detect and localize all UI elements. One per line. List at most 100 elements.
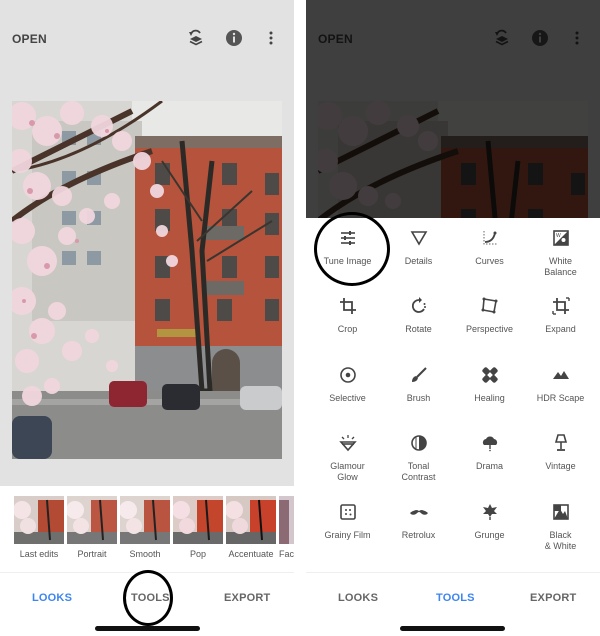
tool-black-white[interactable]: Black & White	[524, 502, 597, 552]
look-label: Pop	[189, 549, 206, 559]
hdr-scape-icon	[552, 371, 569, 379]
look-last-edits[interactable]: Last edits	[14, 496, 64, 559]
tool-retrolux[interactable]: Retrolux	[382, 502, 455, 541]
look-label: Fac	[279, 549, 294, 559]
look-smooth[interactable]: Smooth	[120, 496, 170, 559]
info-icon[interactable]	[225, 29, 243, 47]
tab-looks[interactable]: LOOKS	[338, 592, 378, 604]
curves-icon	[483, 231, 497, 245]
editor-screen-looks: OPEN Last edits Portrait Smooth Pop Acce…	[0, 0, 294, 636]
tool-label: Details	[404, 256, 433, 266]
vintage-lamp-icon	[554, 434, 567, 451]
tool-details[interactable]: Details	[382, 228, 455, 267]
details-triangle-icon	[410, 231, 427, 246]
drama-icon	[482, 436, 497, 452]
look-faded[interactable]: Fac	[279, 496, 294, 559]
tool-curves[interactable]: Curves	[453, 228, 526, 267]
tool-label: Vintage	[545, 461, 576, 471]
look-thumbnail	[173, 496, 223, 544]
top-bar: OPEN	[0, 0, 294, 80]
brush-icon	[411, 367, 427, 382]
tool-vintage[interactable]: Vintage	[524, 433, 597, 472]
look-label: Last edits	[19, 549, 59, 559]
look-portrait[interactable]: Portrait	[67, 496, 117, 559]
tool-rotate[interactable]: Rotate	[382, 296, 455, 335]
tool-label: Grunge	[474, 530, 505, 540]
look-thumbnail	[67, 496, 117, 544]
tool-grainy-film[interactable]: Grainy Film	[311, 502, 384, 541]
tool-label: Black & White	[544, 530, 577, 551]
look-thumbnail	[120, 496, 170, 544]
black-white-icon	[552, 504, 569, 520]
tool-tonal-contrast[interactable]: Tonal Contrast	[382, 433, 455, 483]
tool-brush[interactable]: Brush	[382, 365, 455, 404]
tool-label: Healing	[474, 393, 505, 403]
tool-label: Drama	[475, 461, 503, 471]
grainy-film-icon	[339, 504, 356, 520]
home-indicator	[400, 626, 505, 631]
tool-healing[interactable]: Healing	[453, 365, 526, 404]
tab-export[interactable]: EXPORT	[530, 592, 576, 604]
tool-perspective[interactable]: Perspective	[453, 296, 526, 335]
crop-icon	[339, 298, 356, 314]
look-pop[interactable]: Pop	[173, 496, 223, 559]
tool-glamour-glow[interactable]: Glamour Glow	[311, 433, 384, 483]
tool-white-balance[interactable]: W White Balance	[524, 228, 597, 278]
look-label: Portrait	[77, 549, 107, 559]
dim-overlay[interactable]	[306, 0, 600, 218]
look-accentuate[interactable]: Accentuate	[226, 496, 276, 559]
photo-preview	[12, 101, 282, 459]
open-button[interactable]: OPEN	[12, 32, 47, 46]
tools-panel: Tune Image Details Curves W White Balance…	[306, 218, 600, 584]
tonal-contrast-icon	[410, 435, 427, 451]
tool-drama[interactable]: Drama	[453, 433, 526, 472]
tool-label: Brush	[406, 393, 431, 403]
tab-tools[interactable]: TOOLS	[131, 592, 170, 604]
look-label: Smooth	[129, 549, 161, 559]
look-thumbnail	[226, 496, 276, 544]
tool-label: Tune Image	[323, 256, 372, 266]
selective-icon	[339, 367, 356, 383]
tune-icon	[340, 231, 355, 245]
rotate-icon	[411, 297, 426, 313]
tool-label: Retrolux	[401, 530, 436, 540]
white-balance-icon: W	[552, 230, 569, 246]
look-thumbnail	[279, 496, 294, 544]
tool-tune-image[interactable]: Tune Image	[311, 228, 384, 267]
tab-export[interactable]: EXPORT	[224, 592, 270, 604]
bottom-nav: LOOKS TOOLS EXPORT	[0, 572, 294, 636]
tab-looks[interactable]: LOOKS	[32, 592, 72, 604]
tab-tools[interactable]: TOOLS	[436, 592, 475, 604]
svg-text:W: W	[556, 233, 561, 239]
tool-grunge[interactable]: Grunge	[453, 502, 526, 541]
looks-strip[interactable]: Last edits Portrait Smooth Pop Accentuat…	[0, 496, 294, 566]
tool-label: Glamour Glow	[330, 461, 365, 482]
tool-label: Expand	[545, 324, 576, 334]
retrolux-mustache-icon	[409, 510, 428, 515]
glamour-glow-icon	[338, 435, 357, 452]
grunge-icon	[482, 504, 497, 520]
tool-selective[interactable]: Selective	[311, 365, 384, 404]
tool-label: Selective	[329, 393, 366, 403]
tool-label: Grainy Film	[324, 530, 371, 540]
tool-label: Rotate	[405, 324, 432, 334]
tool-label: Crop	[337, 324, 358, 334]
more-vert-icon[interactable]	[262, 29, 280, 47]
look-thumbnail	[14, 496, 64, 544]
tool-expand[interactable]: Expand	[524, 296, 597, 335]
tool-label: Perspective	[465, 324, 514, 334]
tool-label: HDR Scape	[536, 393, 585, 403]
look-label: Accentuate	[228, 549, 274, 559]
tool-label: Tonal Contrast	[401, 461, 436, 482]
tool-label: White Balance	[544, 256, 577, 277]
layers-undo-icon[interactable]	[187, 29, 205, 47]
healing-icon	[481, 367, 498, 383]
expand-icon	[551, 297, 570, 315]
tool-crop[interactable]: Crop	[311, 296, 384, 335]
home-indicator	[95, 626, 200, 631]
bottom-nav: LOOKS TOOLS EXPORT	[306, 572, 600, 636]
perspective-icon	[481, 297, 497, 314]
editor-screen-tools: OPEN	[306, 0, 600, 636]
tool-label: Curves	[475, 256, 504, 266]
tool-hdr-scape[interactable]: HDR Scape	[524, 365, 597, 404]
